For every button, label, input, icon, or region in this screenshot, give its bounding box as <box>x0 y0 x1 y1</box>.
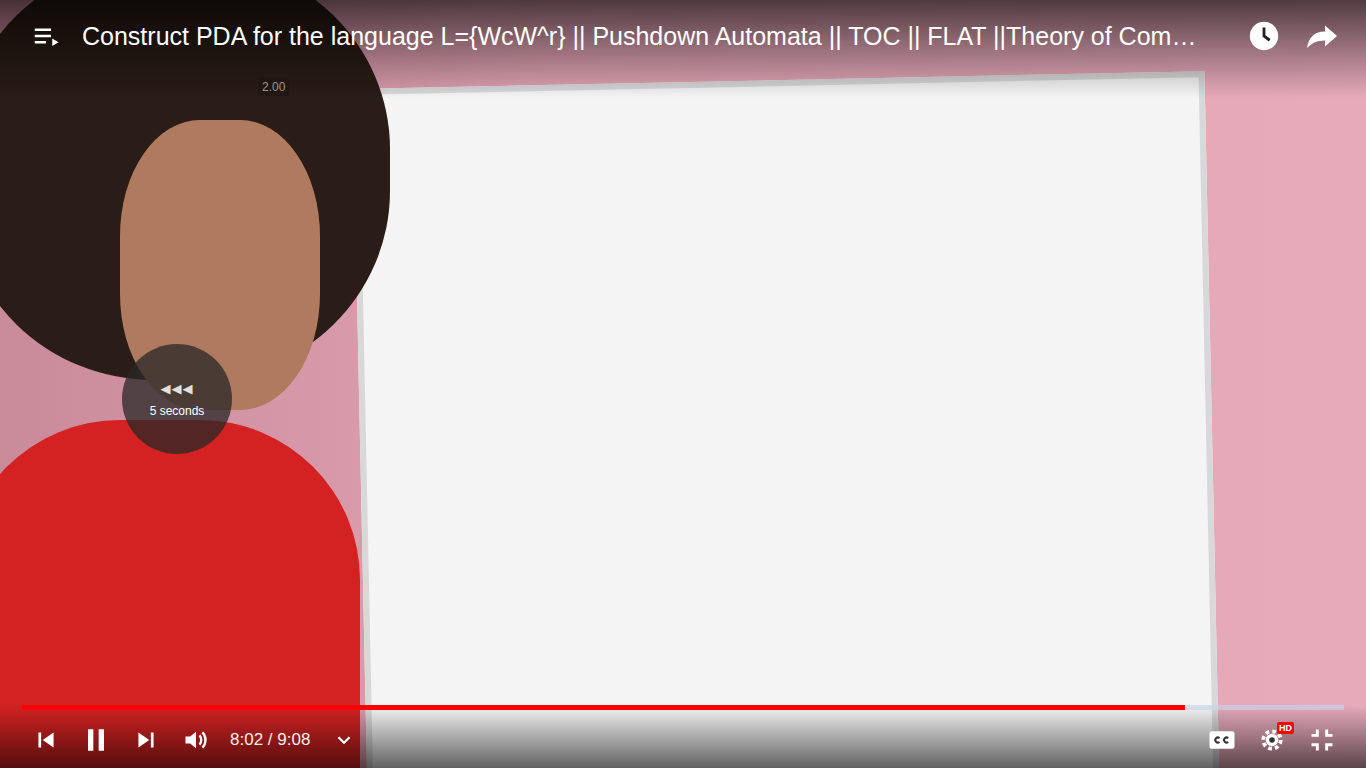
previous-button[interactable] <box>24 718 68 762</box>
speed-badge: 2.00 <box>258 78 289 96</box>
control-bar: 8:02 / 9:08 HD <box>0 705 1366 768</box>
controls-row: 8:02 / 9:08 HD <box>24 716 1344 764</box>
previous-icon <box>33 727 59 753</box>
share-icon <box>1304 18 1340 54</box>
pause-button[interactable] <box>74 718 118 762</box>
whiteboard <box>353 71 1220 768</box>
time-display: 8:02 / 9:08 <box>224 730 316 750</box>
chevron-icon <box>333 729 355 751</box>
volume-button[interactable] <box>174 718 218 762</box>
video-title[interactable]: Construct PDA for the language L={WcW^r}… <box>82 22 1228 51</box>
captions-button[interactable] <box>1200 718 1244 762</box>
seek-label: 5 seconds <box>150 404 205 418</box>
next-icon <box>133 727 159 753</box>
pause-icon <box>80 724 112 756</box>
title-bar: Construct PDA for the language L={WcW^r}… <box>0 0 1366 98</box>
seek-back-indicator: ◀◀◀ 5 seconds <box>122 344 232 454</box>
progress-fill <box>22 705 1185 710</box>
progress-bar[interactable] <box>22 705 1344 710</box>
clock-icon <box>1247 19 1281 53</box>
captions-icon <box>1207 725 1237 755</box>
settings-button[interactable]: HD <box>1250 718 1294 762</box>
next-button[interactable] <box>124 718 168 762</box>
exit-fullscreen-icon <box>1308 726 1336 754</box>
clock-button[interactable] <box>1242 14 1286 58</box>
chevron-button[interactable] <box>322 718 366 762</box>
playlist-button[interactable] <box>24 14 68 58</box>
exit-fullscreen-button[interactable] <box>1300 718 1344 762</box>
hd-badge: HD <box>1277 722 1294 734</box>
volume-icon <box>182 726 210 754</box>
playlist-icon <box>31 21 61 51</box>
share-button[interactable] <box>1300 14 1344 58</box>
rewind-arrows: ◀◀◀ <box>161 381 194 396</box>
